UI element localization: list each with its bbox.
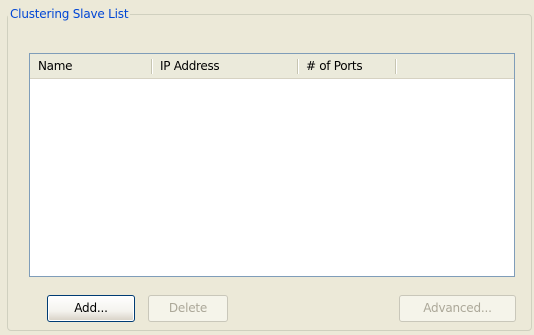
add-button-label: Add...: [74, 301, 108, 315]
column-header-name[interactable]: Name: [30, 54, 152, 78]
groupbox-title: Clustering Slave List: [8, 7, 131, 21]
list-body[interactable]: [30, 79, 514, 276]
delete-button[interactable]: Delete: [148, 295, 228, 322]
list-header: Name IP Address # of Ports: [30, 54, 514, 79]
advanced-button[interactable]: Advanced...: [399, 295, 516, 322]
slave-list-view[interactable]: Name IP Address # of Ports: [29, 53, 515, 277]
add-button[interactable]: Add...: [47, 295, 135, 322]
advanced-button-label: Advanced...: [423, 301, 492, 315]
column-header-ports[interactable]: # of Ports: [298, 54, 396, 78]
column-header-ip-address[interactable]: IP Address: [152, 54, 298, 78]
delete-button-label: Delete: [168, 301, 208, 315]
